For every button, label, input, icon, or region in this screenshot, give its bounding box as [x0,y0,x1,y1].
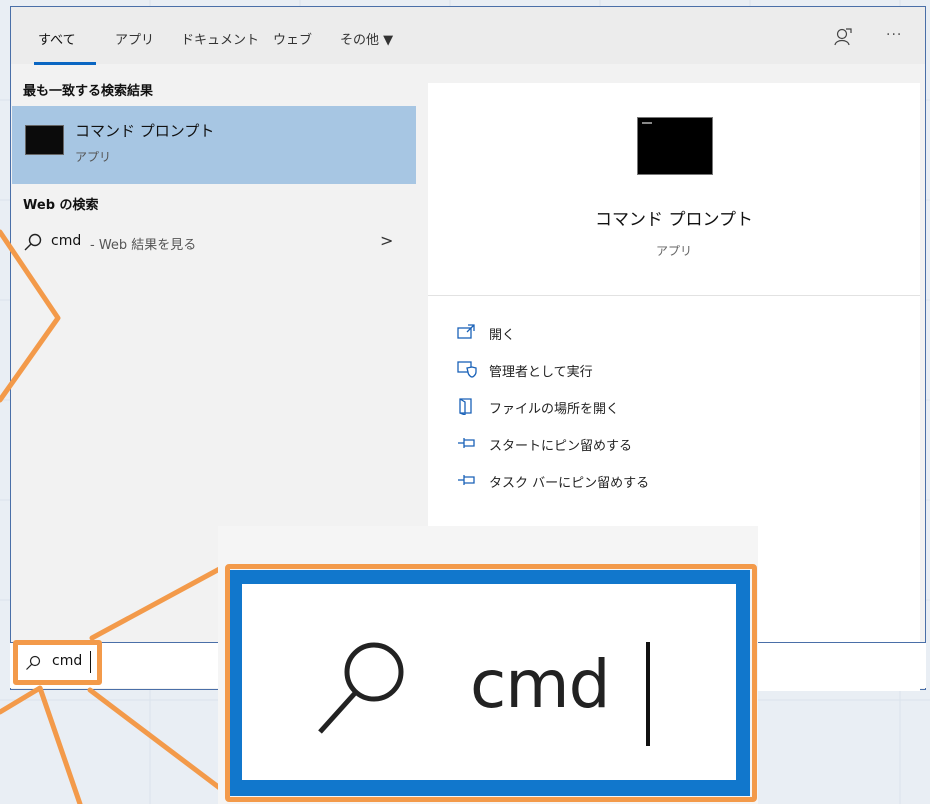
active-tab-indicator [34,62,96,65]
more-options-icon[interactable]: ··· [886,27,902,43]
tab-all[interactable]: すべて [38,29,76,48]
pin-icon [458,475,475,485]
tab-apps[interactable]: アプリ [115,29,154,48]
action-label: 管理者として実行 [489,365,593,380]
run-as-admin-icon [457,361,477,378]
command-prompt-icon [25,125,64,155]
detail-type: アプリ [655,244,692,258]
highlight-box [13,640,102,685]
command-prompt-large-icon [637,117,713,175]
action-label: 開く [489,328,516,343]
web-search-heading: Web の検索 [23,198,99,213]
search-tab-bar: すべて アプリ ドキュメント ウェブ その他 ▼ ··· [11,7,925,65]
divider [428,295,920,296]
web-query: cmd [51,233,82,249]
action-label: ファイルの場所を開く [489,402,620,417]
highlight-box [225,564,757,802]
pin-icon [458,438,475,448]
feedback-icon[interactable] [833,27,853,47]
zoom-callout: cmd [218,526,758,804]
action-label: スタートにピン留めする [489,439,633,454]
open-icon [457,324,475,339]
best-match-result[interactable]: コマンド プロンプト アプリ [12,106,416,184]
search-icon [24,233,42,251]
best-match-type: アプリ [75,150,112,164]
tab-documents[interactable]: ドキュメント [181,29,259,48]
web-result-suffix: - Web 結果を見る [90,238,197,253]
tab-web[interactable]: ウェブ [273,29,312,48]
open-file-location-icon [459,398,472,415]
tab-more[interactable]: その他 ▼ [340,29,393,48]
action-label: タスク バーにピン留めする [489,476,650,491]
chevron-right-icon[interactable]: > [380,231,393,250]
web-search-result[interactable]: cmd - Web 結果を見る > [12,228,416,258]
detail-title: コマンド プロンプト [595,210,753,230]
best-match-title: コマンド プロンプト [75,122,215,140]
best-match-heading: 最も一致する検索結果 [23,84,154,99]
